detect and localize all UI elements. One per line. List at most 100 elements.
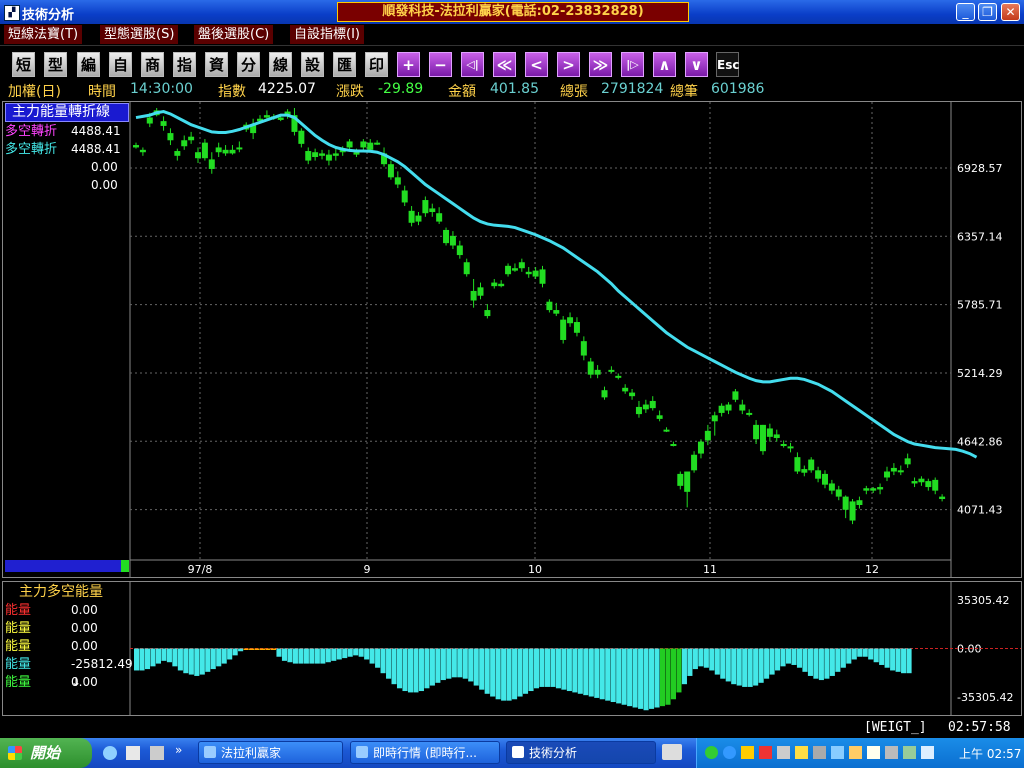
- horizontal-scrollbar[interactable]: [5, 560, 121, 572]
- window-titlebar[interactable]: ▞ 技術分析 順發科技-法拉利贏家(電話:02-23832828) _ ❐ ✕: [0, 0, 1024, 24]
- scroll-up-button[interactable]: ∧: [653, 52, 676, 77]
- energy-bar: [610, 648, 616, 703]
- page-back-button[interactable]: ≪: [493, 52, 516, 77]
- go-last-button[interactable]: |▷: [621, 52, 644, 77]
- x-tick-label: 97/8: [188, 563, 213, 576]
- tray-display-icon[interactable]: [903, 746, 916, 759]
- candle-body: [401, 190, 408, 203]
- candle-body: [732, 391, 739, 400]
- energy-bar: [791, 648, 797, 665]
- task-realtime-quotes[interactable]: 即時行情 (即時行...: [350, 741, 500, 764]
- menu-after-hours-screen[interactable]: 盤後選股(C): [194, 25, 274, 44]
- tray-monitor-icon[interactable]: [831, 746, 844, 759]
- tray-printer-icon[interactable]: [885, 746, 898, 759]
- energy-bar: [462, 648, 468, 679]
- tool-commodity-button[interactable]: 商: [141, 52, 164, 77]
- scroll-position-marker[interactable]: [121, 560, 129, 572]
- candle-body: [408, 210, 415, 223]
- desktop-quicklaunch-icon[interactable]: [126, 746, 140, 760]
- main-chart-panel[interactable]: 6928.57 6357.14 5785.71 5214.29 4642.86 4071.…: [2, 101, 1022, 578]
- tray-status-icon[interactable]: [705, 746, 718, 759]
- menu-pattern-screen[interactable]: 型態選股(S): [100, 25, 179, 44]
- energy-bar: [627, 648, 633, 707]
- sub-indicator-title[interactable]: 主力多空能量: [5, 583, 129, 601]
- candle-body: [415, 215, 422, 222]
- energy-bar-chart[interactable]: 35305.42 0.00 -35305.42: [3, 582, 1021, 715]
- quicklaunch-expand-icon[interactable]: »: [175, 743, 182, 757]
- tool-pattern-button[interactable]: 型: [44, 52, 67, 77]
- y-tick-label: 4071.43: [957, 504, 1003, 517]
- close-button[interactable]: ✕: [1001, 3, 1020, 21]
- candlestick-chart[interactable]: 6928.57 6357.14 5785.71 5214.29 4642.86 4071.…: [3, 102, 1021, 577]
- energy-bar: [528, 648, 534, 692]
- candle-body: [691, 454, 698, 471]
- tray-network-icon[interactable]: [723, 746, 736, 759]
- tray-device-icon[interactable]: [777, 746, 790, 759]
- tool-print-button[interactable]: 印: [365, 52, 388, 77]
- candle-body: [718, 405, 725, 413]
- task-technical-analysis[interactable]: 技術分析: [506, 741, 656, 764]
- candle-body: [560, 319, 567, 340]
- menu-custom-indicators[interactable]: 自設指標(I): [290, 25, 364, 44]
- tool-settings-button[interactable]: 設: [301, 52, 324, 77]
- candle-body: [374, 142, 381, 145]
- escape-button[interactable]: Esc: [716, 52, 739, 77]
- tool-export-button[interactable]: 匯: [333, 52, 356, 77]
- tool-indicator-button[interactable]: 指: [173, 52, 196, 77]
- energy-bar: [177, 648, 183, 671]
- energy-bar: [764, 648, 770, 679]
- go-first-button[interactable]: ◁|: [461, 52, 484, 77]
- candle-body: [932, 479, 939, 491]
- menu-short-term[interactable]: 短線法寶(T): [4, 25, 83, 44]
- energy-bar: [665, 648, 671, 705]
- tray-tool-icon[interactable]: [813, 746, 826, 759]
- app-window-icon: [204, 746, 216, 758]
- sub-legend-row: 能量 0.00: [5, 673, 129, 691]
- ie-quicklaunch-icon[interactable]: [103, 746, 117, 760]
- tray-volume-icon[interactable]: [867, 746, 880, 759]
- start-button[interactable]: 開始: [0, 738, 92, 768]
- candle-body: [622, 387, 629, 392]
- tray-app-icon[interactable]: [741, 746, 754, 759]
- candle-body: [181, 140, 188, 147]
- tool-short-button[interactable]: 短: [12, 52, 35, 77]
- indicator-title[interactable]: 主力能量轉折線: [5, 103, 129, 122]
- keyboard-icon[interactable]: [662, 744, 682, 760]
- tray-folder-icon[interactable]: [795, 746, 808, 759]
- step-back-button[interactable]: <: [525, 52, 548, 77]
- page-forward-button[interactable]: ≫: [589, 52, 612, 77]
- tray-chat-icon[interactable]: [849, 746, 862, 759]
- app-quicklaunch-icon[interactable]: [150, 746, 164, 760]
- tool-intraday-button[interactable]: 分: [237, 52, 260, 77]
- maximize-button[interactable]: ❐: [978, 3, 997, 21]
- candle-body: [139, 149, 146, 153]
- task-label: 技術分析: [529, 746, 578, 760]
- tray-security-icon[interactable]: [759, 746, 772, 759]
- tool-line-button[interactable]: 線: [269, 52, 292, 77]
- candle-body: [890, 467, 897, 472]
- tool-edit-button[interactable]: 編: [77, 52, 100, 77]
- zoom-in-button[interactable]: +: [397, 52, 420, 77]
- energy-bar: [605, 648, 611, 701]
- candle-body: [684, 471, 691, 492]
- energy-bar: [720, 648, 726, 679]
- tool-custom-button[interactable]: 自: [109, 52, 132, 77]
- candle-body: [518, 262, 525, 269]
- tray-app2-icon[interactable]: [921, 746, 934, 759]
- y-tick-label: 4642.86: [957, 435, 1003, 448]
- energy-bar: [424, 648, 430, 689]
- energy-bar: [188, 648, 194, 675]
- step-forward-button[interactable]: >: [557, 52, 580, 77]
- zoom-out-button[interactable]: −: [429, 52, 452, 77]
- amount-value: 401.85: [490, 81, 539, 97]
- candle-body: [188, 136, 195, 141]
- energy-bar: [813, 648, 819, 679]
- task-ferrari-winner[interactable]: 法拉利贏家: [198, 741, 343, 764]
- scroll-down-button[interactable]: ∨: [685, 52, 708, 77]
- minimize-button[interactable]: _: [956, 3, 975, 21]
- energy-bar: [457, 648, 463, 678]
- sub-chart-panel[interactable]: 35305.42 0.00 -35305.42 主力多空能量 能量 0.00 能量 0.0…: [2, 581, 1022, 716]
- tray-clock[interactable]: 上午 02:57: [959, 745, 1021, 762]
- tool-data-button[interactable]: 資: [205, 52, 228, 77]
- candle-body: [505, 265, 512, 275]
